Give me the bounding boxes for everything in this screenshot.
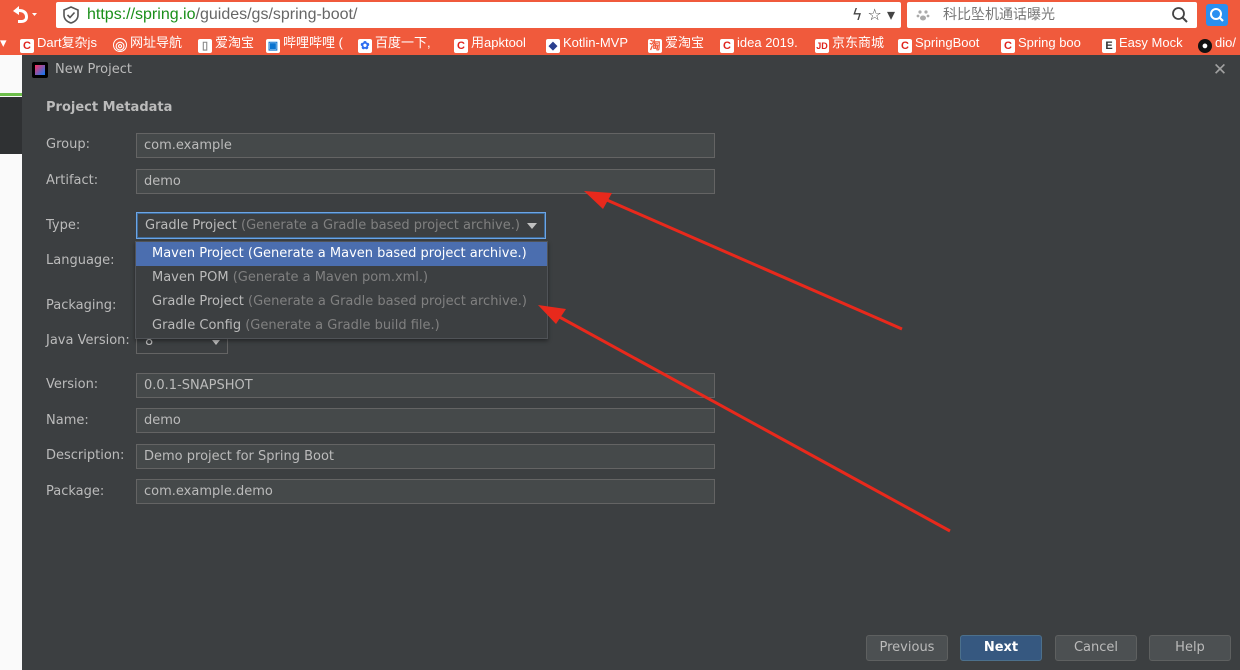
version-label: Version: [46,377,99,392]
url-tools-icons[interactable]: ϟ ☆ ▾ [852,2,895,28]
type-option-maven-pom[interactable]: Maven POM (Generate a Maven pom.xml.) [136,266,547,290]
bookmark-item[interactable]: 淘爱淘宝 [648,31,704,55]
globe-icon: ◎ [113,38,127,52]
baidu-icon: ✿ [358,39,372,53]
type-value: Gradle Project [145,218,237,233]
csdn-icon: C [20,39,34,53]
bilibili-icon: ▣ [266,39,280,53]
java-version-label: Java Version: [46,333,130,348]
android-icon: ◆ [546,39,560,53]
version-field[interactable]: 0.0.1-SNAPSHOT [136,373,715,398]
type-option-gradle-project[interactable]: Gradle Project (Generate a Gradle based … [136,290,547,314]
shield-icon [63,6,79,24]
taobao-icon: 淘 [648,39,662,53]
background-accent [0,93,22,96]
csdn-icon: C [1001,39,1015,53]
browser-toolbar: https://spring.io/guides/gs/spring-boot/… [0,0,1240,31]
type-dropdown-list: Maven Project (Generate a Maven based pr… [135,241,548,339]
bookmarks-bar: ▾ C Dart复杂js ◎ 网址导航 ▯ 爱淘宝 ▣ 哔哩哔哩 ( ✿ 百度一下, C用… [0,31,1240,55]
help-button[interactable]: Help [1149,635,1231,661]
background-page [0,55,22,670]
description-field[interactable]: Demo project for Spring Boot [136,444,715,469]
search-placeholder: 科比坠机通话曝光 [943,7,1055,23]
type-option-maven-project[interactable]: Maven Project (Generate a Maven based pr… [136,242,547,266]
search-button-icon [1210,8,1224,22]
url-text: https://spring.io/guides/gs/spring-boot/ [87,6,358,23]
bookmark-item[interactable]: C Spring boo [1001,31,1081,55]
csdn-icon: C [898,39,912,53]
background-dark-block [0,97,22,154]
close-icon[interactable]: ✕ [1212,60,1228,80]
artifact-field[interactable]: demo [136,169,715,194]
language-label: Language: [46,253,115,268]
package-label: Package: [46,484,105,499]
chevron-down-icon [212,340,220,345]
bookmark-item[interactable]: C SpringBoot [898,31,979,55]
packaging-label: Packaging: [46,298,117,313]
search-button[interactable] [1206,4,1228,26]
browser-search-input[interactable]: 科比坠机通话曝光 [907,2,1197,28]
name-label: Name: [46,413,89,428]
cancel-button[interactable]: Cancel [1055,635,1137,661]
search-icon[interactable] [1171,6,1189,24]
paw-icon [916,10,930,21]
bookmark-item[interactable]: ● dio/ [1198,31,1236,55]
group-field[interactable]: com.example [136,133,715,158]
bookmark-item[interactable]: ◎ 网址导航 [113,31,182,55]
next-button[interactable]: Next [960,635,1042,661]
package-field[interactable]: com.example.demo [136,479,715,504]
easymock-icon: E [1102,39,1116,53]
address-bar[interactable]: https://spring.io/guides/gs/spring-boot/… [56,2,901,28]
section-title: Project Metadata [46,100,173,115]
new-project-dialog: New Project ✕ Project Metadata Group: co… [22,55,1240,670]
name-field[interactable]: demo [136,408,715,433]
jd-icon: JD [815,39,829,53]
intellij-icon [32,62,48,78]
type-label: Type: [46,218,81,233]
bookmark-item[interactable]: ✿ 百度一下, [358,31,431,55]
csdn-icon: C [454,39,468,53]
description-label: Description: [46,448,125,463]
bookmark-item[interactable]: ◆ Kotlin-MVP [546,31,628,55]
bookmark-item[interactable]: E Easy Mock [1102,31,1183,55]
type-combobox[interactable]: Gradle Project (Generate a Gradle based … [136,212,546,239]
artifact-label: Artifact: [46,173,99,188]
type-option-gradle-config[interactable]: Gradle Config (Generate a Gradle build f… [136,314,547,338]
previous-button[interactable]: Previous [866,635,948,661]
dialog-title: New Project [55,62,132,77]
bookmark-item[interactable]: C Dart复杂js [20,31,97,55]
bookmark-item[interactable]: JD 京东商城 [815,31,884,55]
github-icon: ● [1198,39,1212,53]
bookmarks-overflow-icon[interactable]: ▾ [0,31,7,55]
chevron-down-icon [527,223,537,229]
back-icon[interactable] [8,3,38,27]
bookmark-item[interactable]: C 用apktool [454,31,526,55]
bookmark-item[interactable]: ▣ 哔哩哔哩 ( [266,31,343,55]
dialog-titlebar: New Project ✕ [22,55,1240,85]
bookmark-item[interactable]: ▯ 爱淘宝 [198,31,254,55]
group-label: Group: [46,137,90,152]
type-hint: (Generate a Gradle based project archive… [241,218,520,233]
document-icon: ▯ [198,39,212,53]
csdn-icon: C [720,39,734,53]
bookmark-item[interactable]: Cidea 2019. [720,31,798,55]
